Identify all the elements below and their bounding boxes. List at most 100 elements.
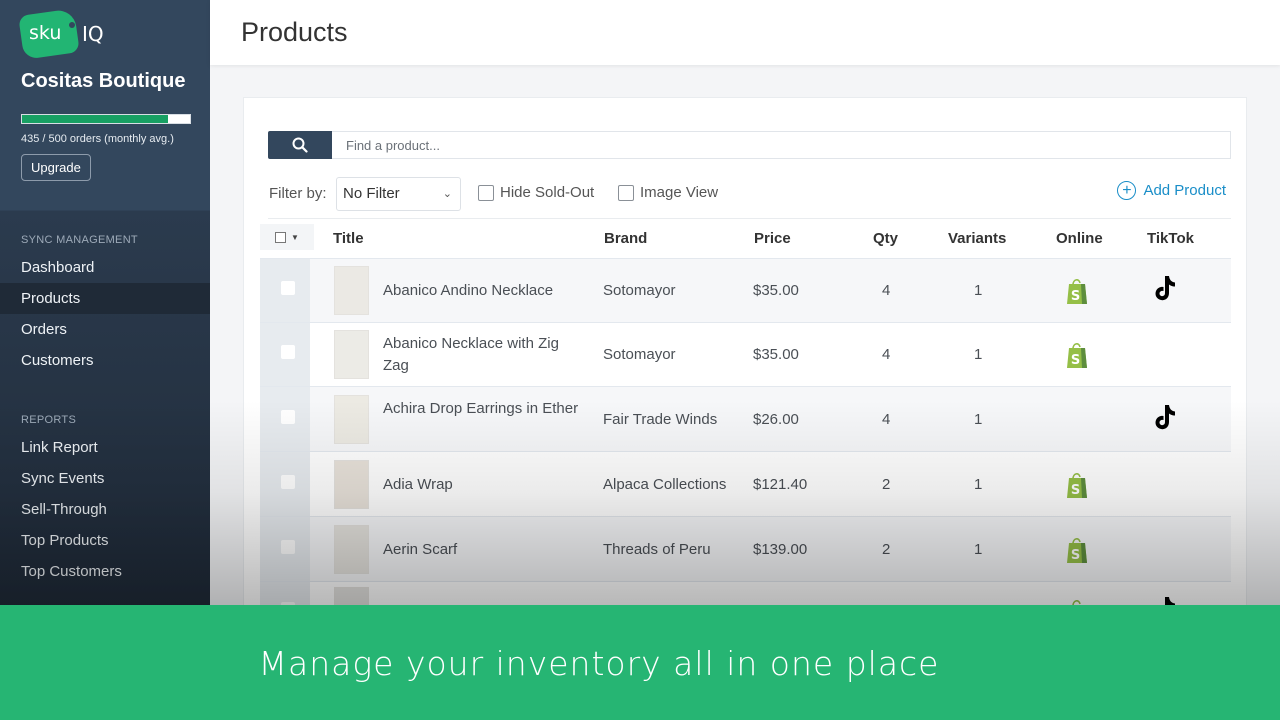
product-thumbnail[interactable] [334, 266, 369, 315]
nav-sync-management: SYNC MANAGEMENT Dashboard Products Order… [0, 234, 210, 376]
sidebar-item-sync-events[interactable]: Sync Events [0, 463, 210, 494]
sidebar-item-orders[interactable]: Orders [0, 314, 210, 345]
product-price: $35.00 [753, 346, 799, 363]
filter-select[interactable]: No Filter ⌄ [336, 177, 461, 211]
table-row[interactable]: Achira Drop Earrings in Ether Fair Trade … [260, 386, 1231, 451]
product-price: $35.00 [753, 282, 799, 299]
sidebar-item-customers[interactable]: Customers [0, 345, 210, 376]
chevron-down-icon: ⌄ [442, 188, 452, 200]
table-row[interactable]: Abanico Andino Necklace Sotomayor $35.00 4 1… [260, 258, 1231, 322]
table-row[interactable]: Adia Wrap Alpaca Collections $121.40 2 1 S [260, 451, 1231, 516]
shopify-icon[interactable]: S [1064, 276, 1090, 306]
product-brand: Sotomayor [603, 282, 676, 299]
image-view-toggle[interactable]: Image View [618, 184, 718, 201]
svg-text:S: S [1071, 483, 1080, 498]
search-input[interactable] [332, 131, 1231, 159]
logo-text-sku: sku [29, 22, 62, 44]
banner-text: Manage your inventory all in one place [258, 644, 940, 683]
product-thumbnail[interactable] [334, 330, 369, 379]
select-all-checkbox[interactable] [275, 231, 287, 243]
order-usage-fill [22, 115, 169, 123]
product-variants: 1 [974, 346, 983, 363]
products-card: Filter by: No Filter ⌄ Hide Sold-Out Ima… [243, 97, 1247, 618]
divider [268, 218, 1231, 219]
product-thumbnail[interactable] [334, 524, 369, 574]
row-checkbox[interactable] [281, 281, 295, 295]
sidebar-item-top-products[interactable]: Top Products [0, 525, 210, 556]
upgrade-button[interactable]: Upgrade [21, 154, 91, 181]
page-title: Products [241, 17, 348, 47]
select-all-dropdown[interactable]: ▼ [260, 224, 314, 250]
order-usage-bar [21, 114, 191, 124]
row-checkbox[interactable] [281, 345, 295, 359]
table-row[interactable]: Aerin Scarf Threads of Peru $139.00 2 1 S [260, 516, 1231, 581]
svg-text:S: S [1071, 548, 1080, 563]
caret-down-icon: ▼ [291, 232, 299, 242]
column-header-tiktok[interactable]: TikTok [1147, 230, 1194, 247]
product-qty: 4 [882, 346, 891, 363]
product-title[interactable]: Achira Drop Earrings in Ether [383, 398, 583, 420]
product-price: $121.40 [753, 475, 808, 493]
tiktok-icon[interactable] [1152, 403, 1178, 431]
table-row[interactable]: Abanico Necklace with Zig Zag Sotomayor $3… [260, 322, 1231, 386]
row-checkbox[interactable] [281, 539, 295, 554]
sidebar-item-dashboard[interactable]: Dashboard [0, 252, 210, 283]
filter-select-value: No Filter [343, 185, 400, 202]
column-header-title[interactable]: Title [333, 230, 364, 247]
page-header: Products [210, 0, 1280, 65]
product-thumbnail[interactable] [334, 459, 369, 509]
product-title[interactable]: Aerin Scarf [383, 539, 583, 561]
sidebar-item-top-customers[interactable]: Top Customers [0, 556, 210, 587]
hide-sold-out-label: Hide Sold-Out [500, 184, 595, 201]
search-bar [268, 131, 1231, 159]
column-header-qty[interactable]: Qty [873, 230, 898, 247]
sidebar-item-link-report[interactable]: Link Report [0, 432, 210, 463]
product-qty: 4 [882, 410, 891, 428]
row-select-cell [260, 323, 310, 386]
nav-reports: REPORTS Link Report Sync Events Sell-Thr… [0, 414, 210, 587]
logo-text-iq: IQ [82, 22, 104, 46]
skuiq-logo[interactable]: sku IQ [18, 8, 121, 60]
product-brand: Sotomayor [603, 346, 676, 363]
hide-sold-out-toggle[interactable]: Hide Sold-Out [478, 184, 594, 201]
plus-circle-icon: + [1117, 181, 1137, 200]
product-title[interactable]: Adia Wrap [383, 474, 583, 496]
tiktok-icon[interactable] [1152, 274, 1178, 302]
shopify-icon[interactable]: S [1064, 535, 1090, 565]
shopify-icon[interactable]: S [1064, 340, 1090, 370]
product-variants: 1 [974, 410, 983, 428]
sidebar-item-products[interactable]: Products [0, 283, 210, 314]
products-table-body: Abanico Andino Necklace Sotomayor $35.00 4 1… [260, 258, 1231, 618]
order-usage-text: 435 / 500 orders (monthly avg.) [21, 133, 174, 145]
product-thumbnail[interactable] [334, 394, 369, 444]
shopify-icon[interactable]: S [1064, 470, 1090, 500]
column-header-online[interactable]: Online [1056, 230, 1103, 247]
product-price: $139.00 [753, 540, 808, 558]
search-button[interactable] [268, 131, 332, 159]
tag-hole [69, 22, 75, 28]
filter-row: Filter by: No Filter ⌄ Hide Sold-Out Ima… [269, 177, 1232, 211]
add-product-button[interactable]: + Add Product [1117, 181, 1226, 200]
row-select-cell [260, 259, 310, 322]
row-checkbox[interactable] [281, 409, 295, 424]
product-price: $26.00 [753, 410, 799, 428]
row-select-cell [260, 452, 310, 516]
column-header-brand[interactable]: Brand [604, 230, 647, 247]
nav-heading-sync-management: SYNC MANAGEMENT [21, 234, 138, 246]
image-view-checkbox[interactable] [618, 184, 634, 201]
product-title[interactable]: Abanico Andino Necklace [383, 280, 583, 302]
product-variants: 1 [974, 540, 983, 558]
hide-sold-out-checkbox[interactable] [478, 184, 494, 201]
image-view-label: Image View [640, 184, 719, 201]
row-checkbox[interactable] [281, 474, 295, 489]
promo-banner: Manage your inventory all in one place [0, 605, 1280, 720]
store-name: Cositas Boutique [21, 70, 186, 92]
column-header-price[interactable]: Price [754, 230, 791, 247]
sidebar-item-sell-through[interactable]: Sell-Through [0, 494, 210, 525]
product-brand: Alpaca Collections [603, 475, 727, 493]
column-header-variants[interactable]: Variants [948, 230, 1006, 247]
nav-heading-reports: REPORTS [21, 414, 77, 426]
product-qty: 4 [882, 282, 891, 299]
table-header: ▼ Title Brand Price Qty Variants Online … [260, 224, 1231, 258]
product-title[interactable]: Abanico Necklace with Zig Zag [383, 333, 583, 377]
